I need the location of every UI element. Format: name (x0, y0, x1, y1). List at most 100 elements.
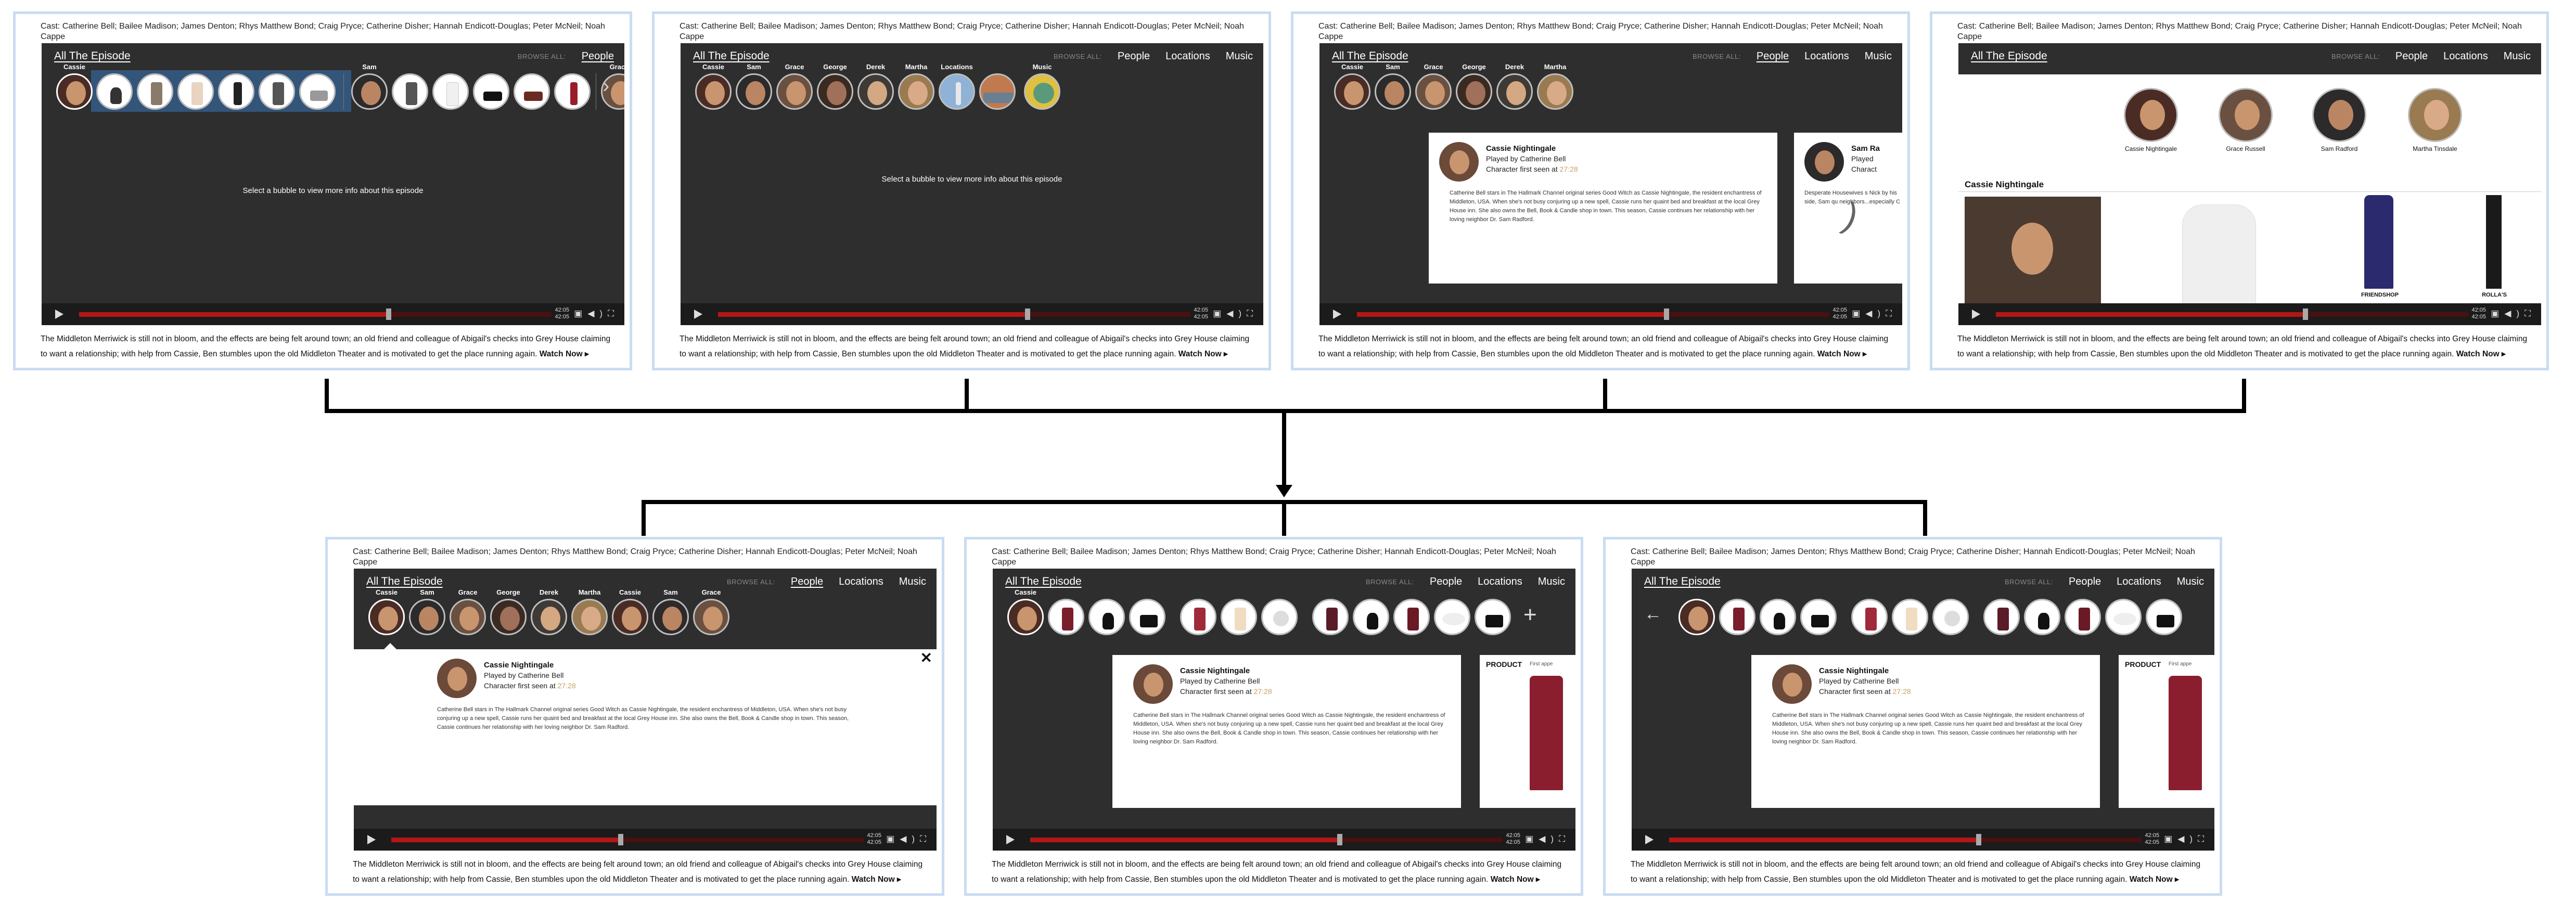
screen-icon[interactable]: ▣ (1852, 308, 1865, 318)
fullscreen-icon[interactable]: ⛶ (920, 834, 931, 844)
bubble-product[interactable] (1475, 599, 1511, 635)
screen-icon[interactable]: ▣ (574, 308, 587, 318)
bubble-cassie[interactable] (1678, 599, 1715, 635)
all-episode-link[interactable]: All The Episode (366, 575, 443, 588)
bubble-cassie[interactable] (1334, 73, 1370, 110)
progress-knob[interactable] (1664, 308, 1670, 320)
video-player[interactable]: All The Episode BROWSE ALL: People Locat… (1632, 569, 2214, 851)
bubble-product[interactable] (259, 73, 295, 110)
bubble-derek[interactable] (531, 599, 567, 635)
all-episode-link[interactable]: All The Episode (1332, 50, 1408, 62)
bubble-cassie[interactable] (695, 73, 732, 110)
character-card-cassie[interactable]: Cassie Nightingale Played by Catherine B… (1429, 133, 1777, 284)
grid-bubble-sam[interactable] (2312, 88, 2366, 142)
volume-icon[interactable]: ◀) (900, 834, 920, 844)
bubble-product[interactable] (2024, 599, 2060, 635)
fullscreen-icon[interactable]: ⛶ (1886, 308, 1897, 318)
bubble-product[interactable] (1221, 599, 1257, 635)
bubble-product[interactable] (392, 73, 428, 110)
product-card[interactable]: PRODUCT First appe (2119, 655, 2214, 808)
player-icons[interactable]: ▣◀)⛶ (886, 834, 931, 844)
close-icon[interactable]: ✕ (920, 649, 932, 666)
bubble-location[interactable] (939, 73, 975, 110)
play-icon[interactable] (1006, 835, 1015, 844)
first-seen-time[interactable]: 27:28 (1560, 165, 1578, 173)
nav-music[interactable]: Music (1865, 50, 1892, 62)
bubble-cassie[interactable] (1007, 599, 1044, 635)
nav-locations[interactable]: Locations (2117, 576, 2161, 588)
bubble-strip[interactable]: Cassie Sam Grace › (52, 63, 624, 116)
first-seen-time[interactable]: 27:28 (1893, 687, 1911, 696)
bubble-product[interactable] (1312, 599, 1349, 635)
bubble-cassie[interactable] (612, 599, 648, 635)
all-episode-link[interactable]: All The Episode (54, 50, 131, 62)
nav-people[interactable]: People (1430, 576, 1462, 588)
progress-bar[interactable] (79, 308, 552, 320)
nav-locations[interactable]: Locations (1165, 50, 1210, 62)
bubble-product[interactable] (2105, 599, 2142, 635)
play-icon[interactable] (367, 835, 376, 844)
volume-icon[interactable]: ◀) (1865, 308, 1886, 318)
bubble-strip[interactable]: ← (1642, 595, 2204, 641)
bubble-product[interactable] (1434, 599, 1470, 635)
bubble-product[interactable] (473, 73, 509, 110)
bubble-product[interactable] (2146, 599, 2182, 635)
grid-bubble-grace[interactable] (2219, 88, 2273, 142)
fullscreen-icon[interactable]: ⛶ (2524, 308, 2536, 318)
bubble-martha[interactable] (1537, 73, 1573, 110)
bubble-grace[interactable] (693, 599, 729, 635)
nav-locations[interactable]: Locations (2443, 50, 2488, 62)
video-player[interactable]: All The Episode BROWSE ALL: People Locat… (681, 43, 1263, 325)
nav-people[interactable]: People (2069, 576, 2101, 588)
fullscreen-icon[interactable]: ⛶ (2198, 834, 2209, 844)
screen-icon[interactable]: ▣ (2491, 308, 2504, 318)
nav-music[interactable]: Music (2504, 50, 2531, 62)
nav-music[interactable]: Music (2177, 576, 2204, 588)
play-icon[interactable] (1972, 310, 1980, 319)
bubble-location[interactable] (979, 73, 1016, 110)
progress-bar[interactable] (718, 308, 1190, 320)
all-episode-link[interactable]: All The Episode (693, 50, 770, 62)
progress-bar[interactable] (1669, 834, 2142, 845)
nav-people[interactable]: People (1757, 50, 1789, 62)
nav-music[interactable]: Music (899, 576, 926, 588)
bubble-product[interactable] (1353, 599, 1389, 635)
bubble-product[interactable] (96, 73, 133, 110)
bubble-grace[interactable] (450, 599, 486, 635)
bubble-product[interactable] (137, 73, 173, 110)
video-player[interactable]: All The Episode BROWSE ALL: People Locat… (1319, 43, 1902, 325)
progress-knob[interactable] (386, 308, 392, 320)
fullscreen-icon[interactable]: ⛶ (1559, 834, 1570, 844)
progress-knob[interactable] (1337, 834, 1343, 845)
bubble-strip[interactable]: Cassie Sam Grace George Derek Martha Cas… (364, 588, 926, 641)
bubble-martha[interactable] (571, 599, 608, 635)
nav-people[interactable]: People (2395, 50, 2428, 62)
volume-icon[interactable]: ◀) (2504, 308, 2524, 318)
video-player[interactable]: All The Episode BROWSE ALL: People Cassi… (42, 43, 624, 325)
screen-icon[interactable]: ▣ (1213, 308, 1226, 318)
bubble-product[interactable] (1048, 599, 1084, 635)
product-pants[interactable]: ROLLA'S (2474, 195, 2515, 299)
bubble-george[interactable] (1456, 73, 1492, 110)
grid-bubble-cassie[interactable] (2124, 88, 2178, 142)
bubble-product[interactable] (1719, 599, 1755, 635)
character-card-cassie[interactable]: ✕ Cassie Nightingale Played by Catherine… (354, 643, 937, 805)
player-icons[interactable]: ▣◀)⛶ (1525, 834, 1570, 844)
bubble-product[interactable] (177, 73, 214, 110)
bubble-george[interactable] (817, 73, 853, 110)
product-dress[interactable]: FRIENDSHOP (2359, 195, 2401, 299)
bubble-strip[interactable]: Cassie Sam Grace George Derek Martha (1330, 63, 1892, 116)
progress-knob[interactable] (1025, 308, 1031, 320)
bubble-sam[interactable] (351, 73, 388, 110)
watch-now-link[interactable]: Watch Now ▸ (1178, 350, 1228, 358)
bubble-product[interactable] (1983, 599, 2020, 635)
play-icon[interactable] (55, 310, 63, 319)
character-card-cassie[interactable]: Cassie Nightingale Played by Catherine B… (1751, 655, 2100, 808)
bubble-derek[interactable] (857, 73, 894, 110)
first-seen-time[interactable]: 27:28 (558, 681, 576, 690)
nav-music[interactable]: Music (1226, 50, 1253, 62)
nav-locations[interactable]: Locations (1478, 576, 1522, 588)
bubble-sam[interactable] (736, 73, 772, 110)
bubble-product[interactable] (1800, 599, 1837, 635)
product-sweater[interactable] (2161, 199, 2276, 304)
